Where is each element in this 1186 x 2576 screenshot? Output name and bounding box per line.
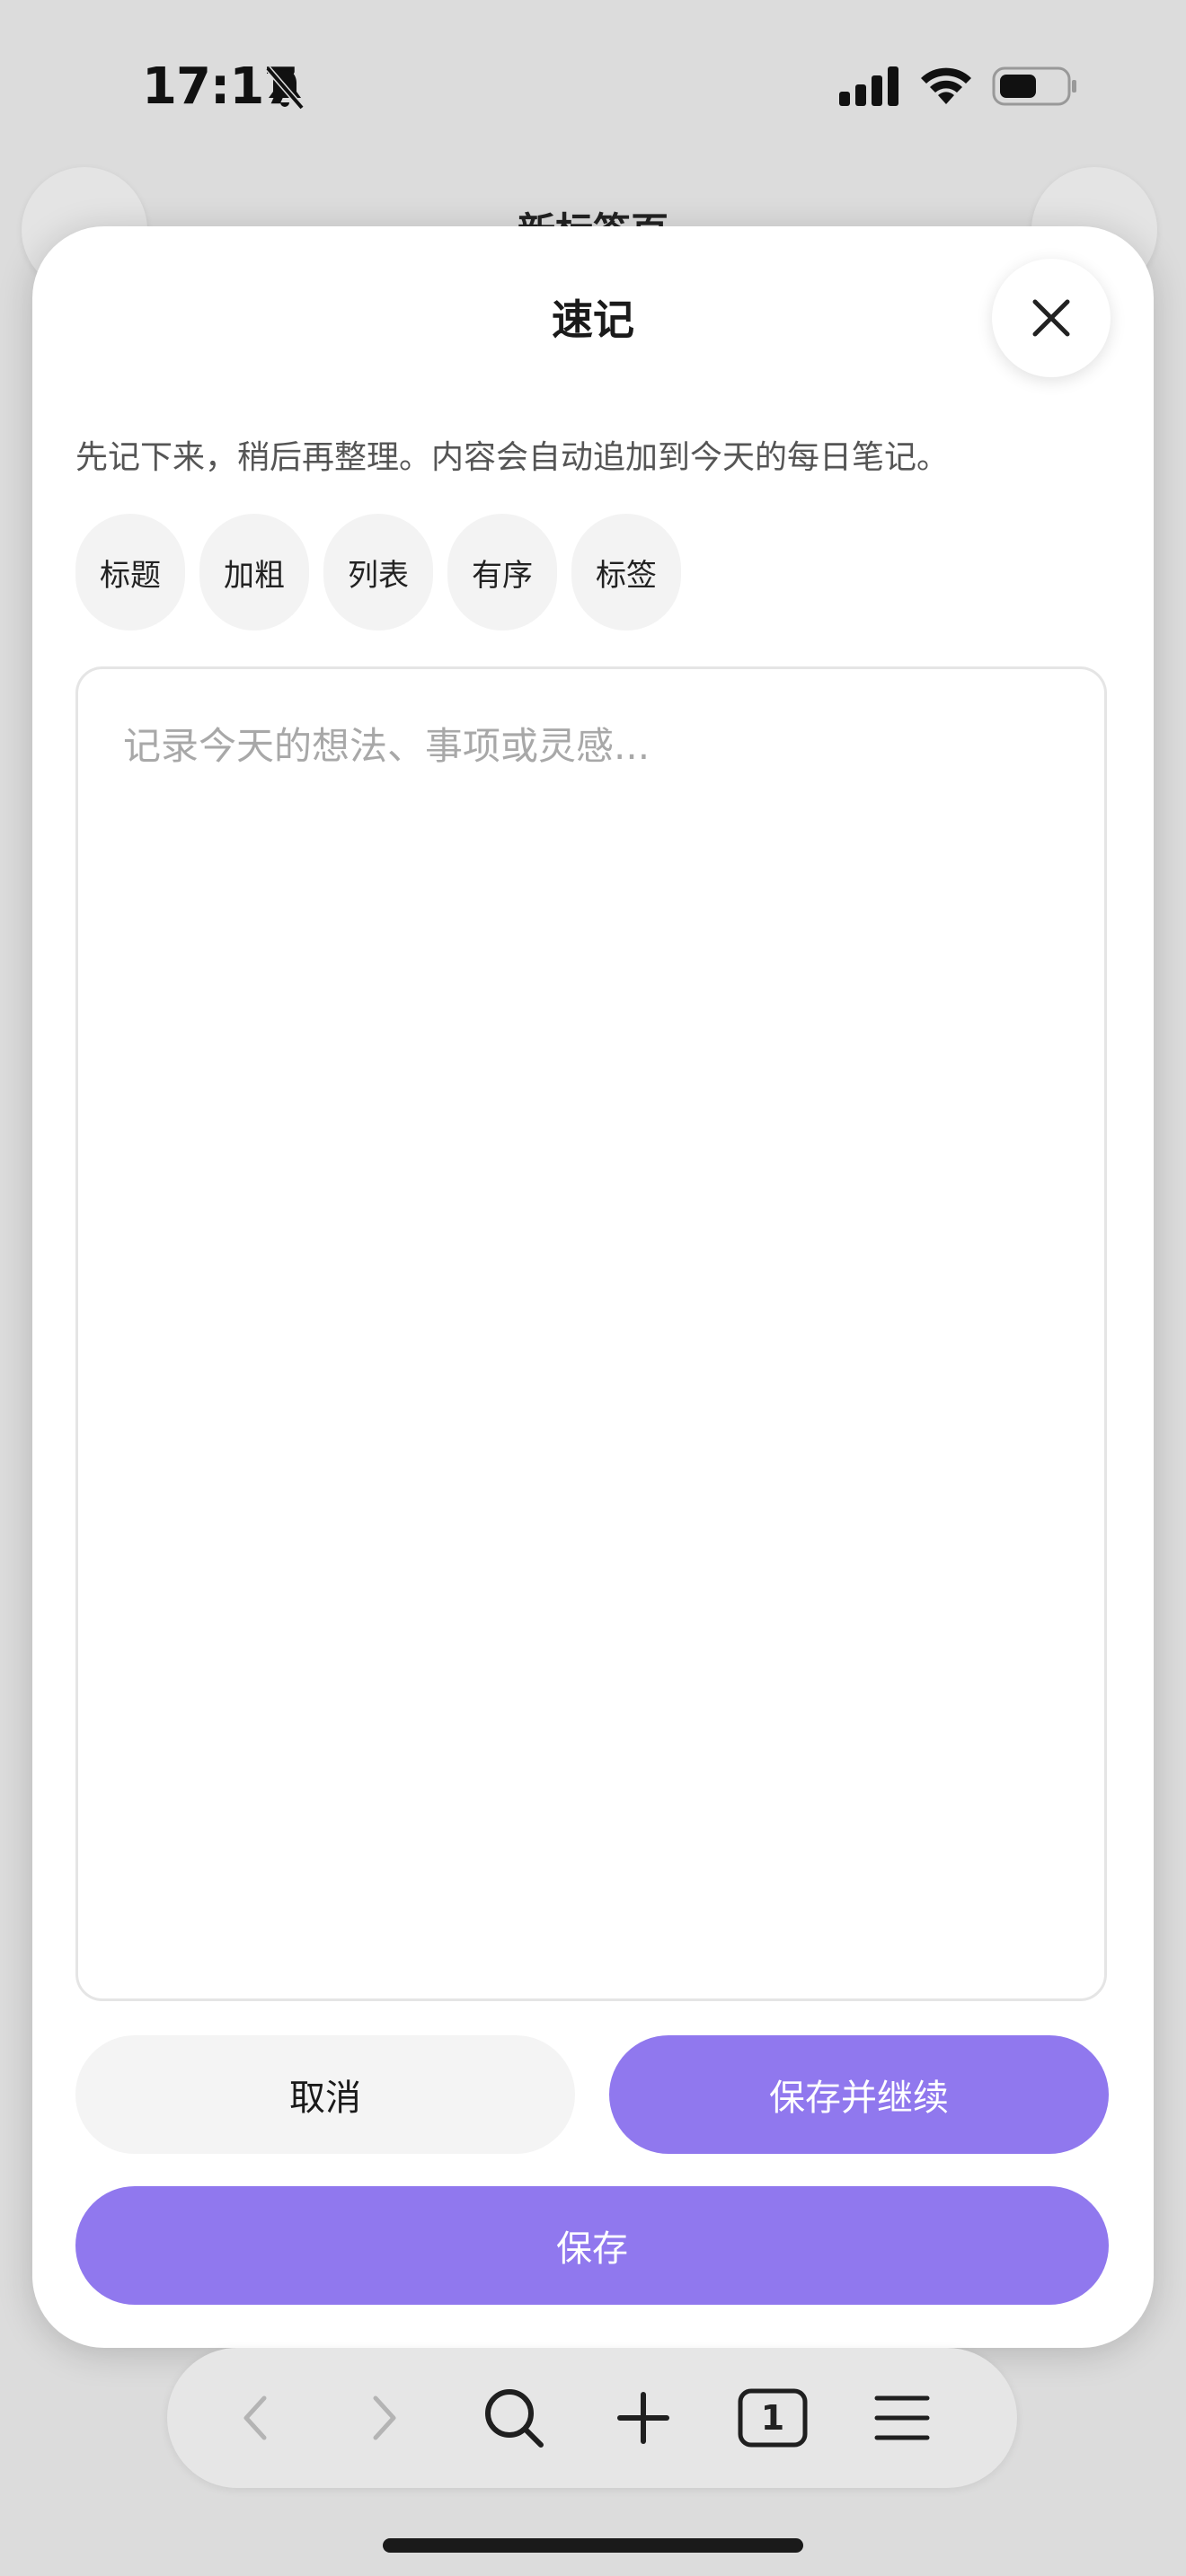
format-list-chip[interactable]: 列表 <box>323 514 433 631</box>
search-button[interactable] <box>476 2380 552 2456</box>
save-and-continue-button[interactable]: 保存并继续 <box>609 2035 1109 2154</box>
menu-button[interactable] <box>864 2380 940 2456</box>
close-button[interactable] <box>992 259 1111 377</box>
battery-icon <box>992 66 1076 106</box>
format-heading-chip[interactable]: 标题 <box>75 514 185 631</box>
forward-button[interactable] <box>347 2380 422 2456</box>
format-ordered-list-chip[interactable]: 有序 <box>447 514 557 631</box>
tab-count: 1 <box>760 2398 785 2438</box>
browser-toolbar: 1 <box>167 2348 1017 2488</box>
format-bold-chip[interactable]: 加粗 <box>199 514 309 631</box>
menu-icon <box>874 2395 930 2440</box>
forward-icon <box>373 2395 396 2440</box>
sheet-title: 速记 <box>552 296 634 344</box>
wifi-icon <box>921 67 971 104</box>
home-indicator <box>383 2538 803 2553</box>
new-tab-button[interactable] <box>606 2380 681 2456</box>
back-icon <box>243 2395 267 2440</box>
note-editor <box>75 666 1107 2001</box>
tabs-button[interactable]: 1 <box>735 2380 810 2456</box>
format-tag-chip[interactable]: 标签 <box>571 514 681 631</box>
quick-note-sheet: 速记 先记下来，稍后再整理。内容会自动追加到今天的每日笔记。 标题 加粗 列表 … <box>32 226 1154 2348</box>
note-input[interactable] <box>78 669 1104 1998</box>
description-text: 先记下来，稍后再整理。内容会自动追加到今天的每日笔记。 <box>75 439 950 476</box>
cellular-signal-icon <box>839 66 898 106</box>
close-icon <box>1032 299 1070 337</box>
save-button[interactable]: 保存 <box>75 2186 1109 2305</box>
plus-icon <box>617 2392 669 2444</box>
back-button[interactable] <box>217 2380 293 2456</box>
format-toolbar: 标题 加粗 列表 有序 标签 <box>75 514 681 631</box>
bell-off-icon <box>265 66 305 110</box>
cancel-button[interactable]: 取消 <box>75 2035 575 2154</box>
search-icon <box>485 2389 544 2448</box>
